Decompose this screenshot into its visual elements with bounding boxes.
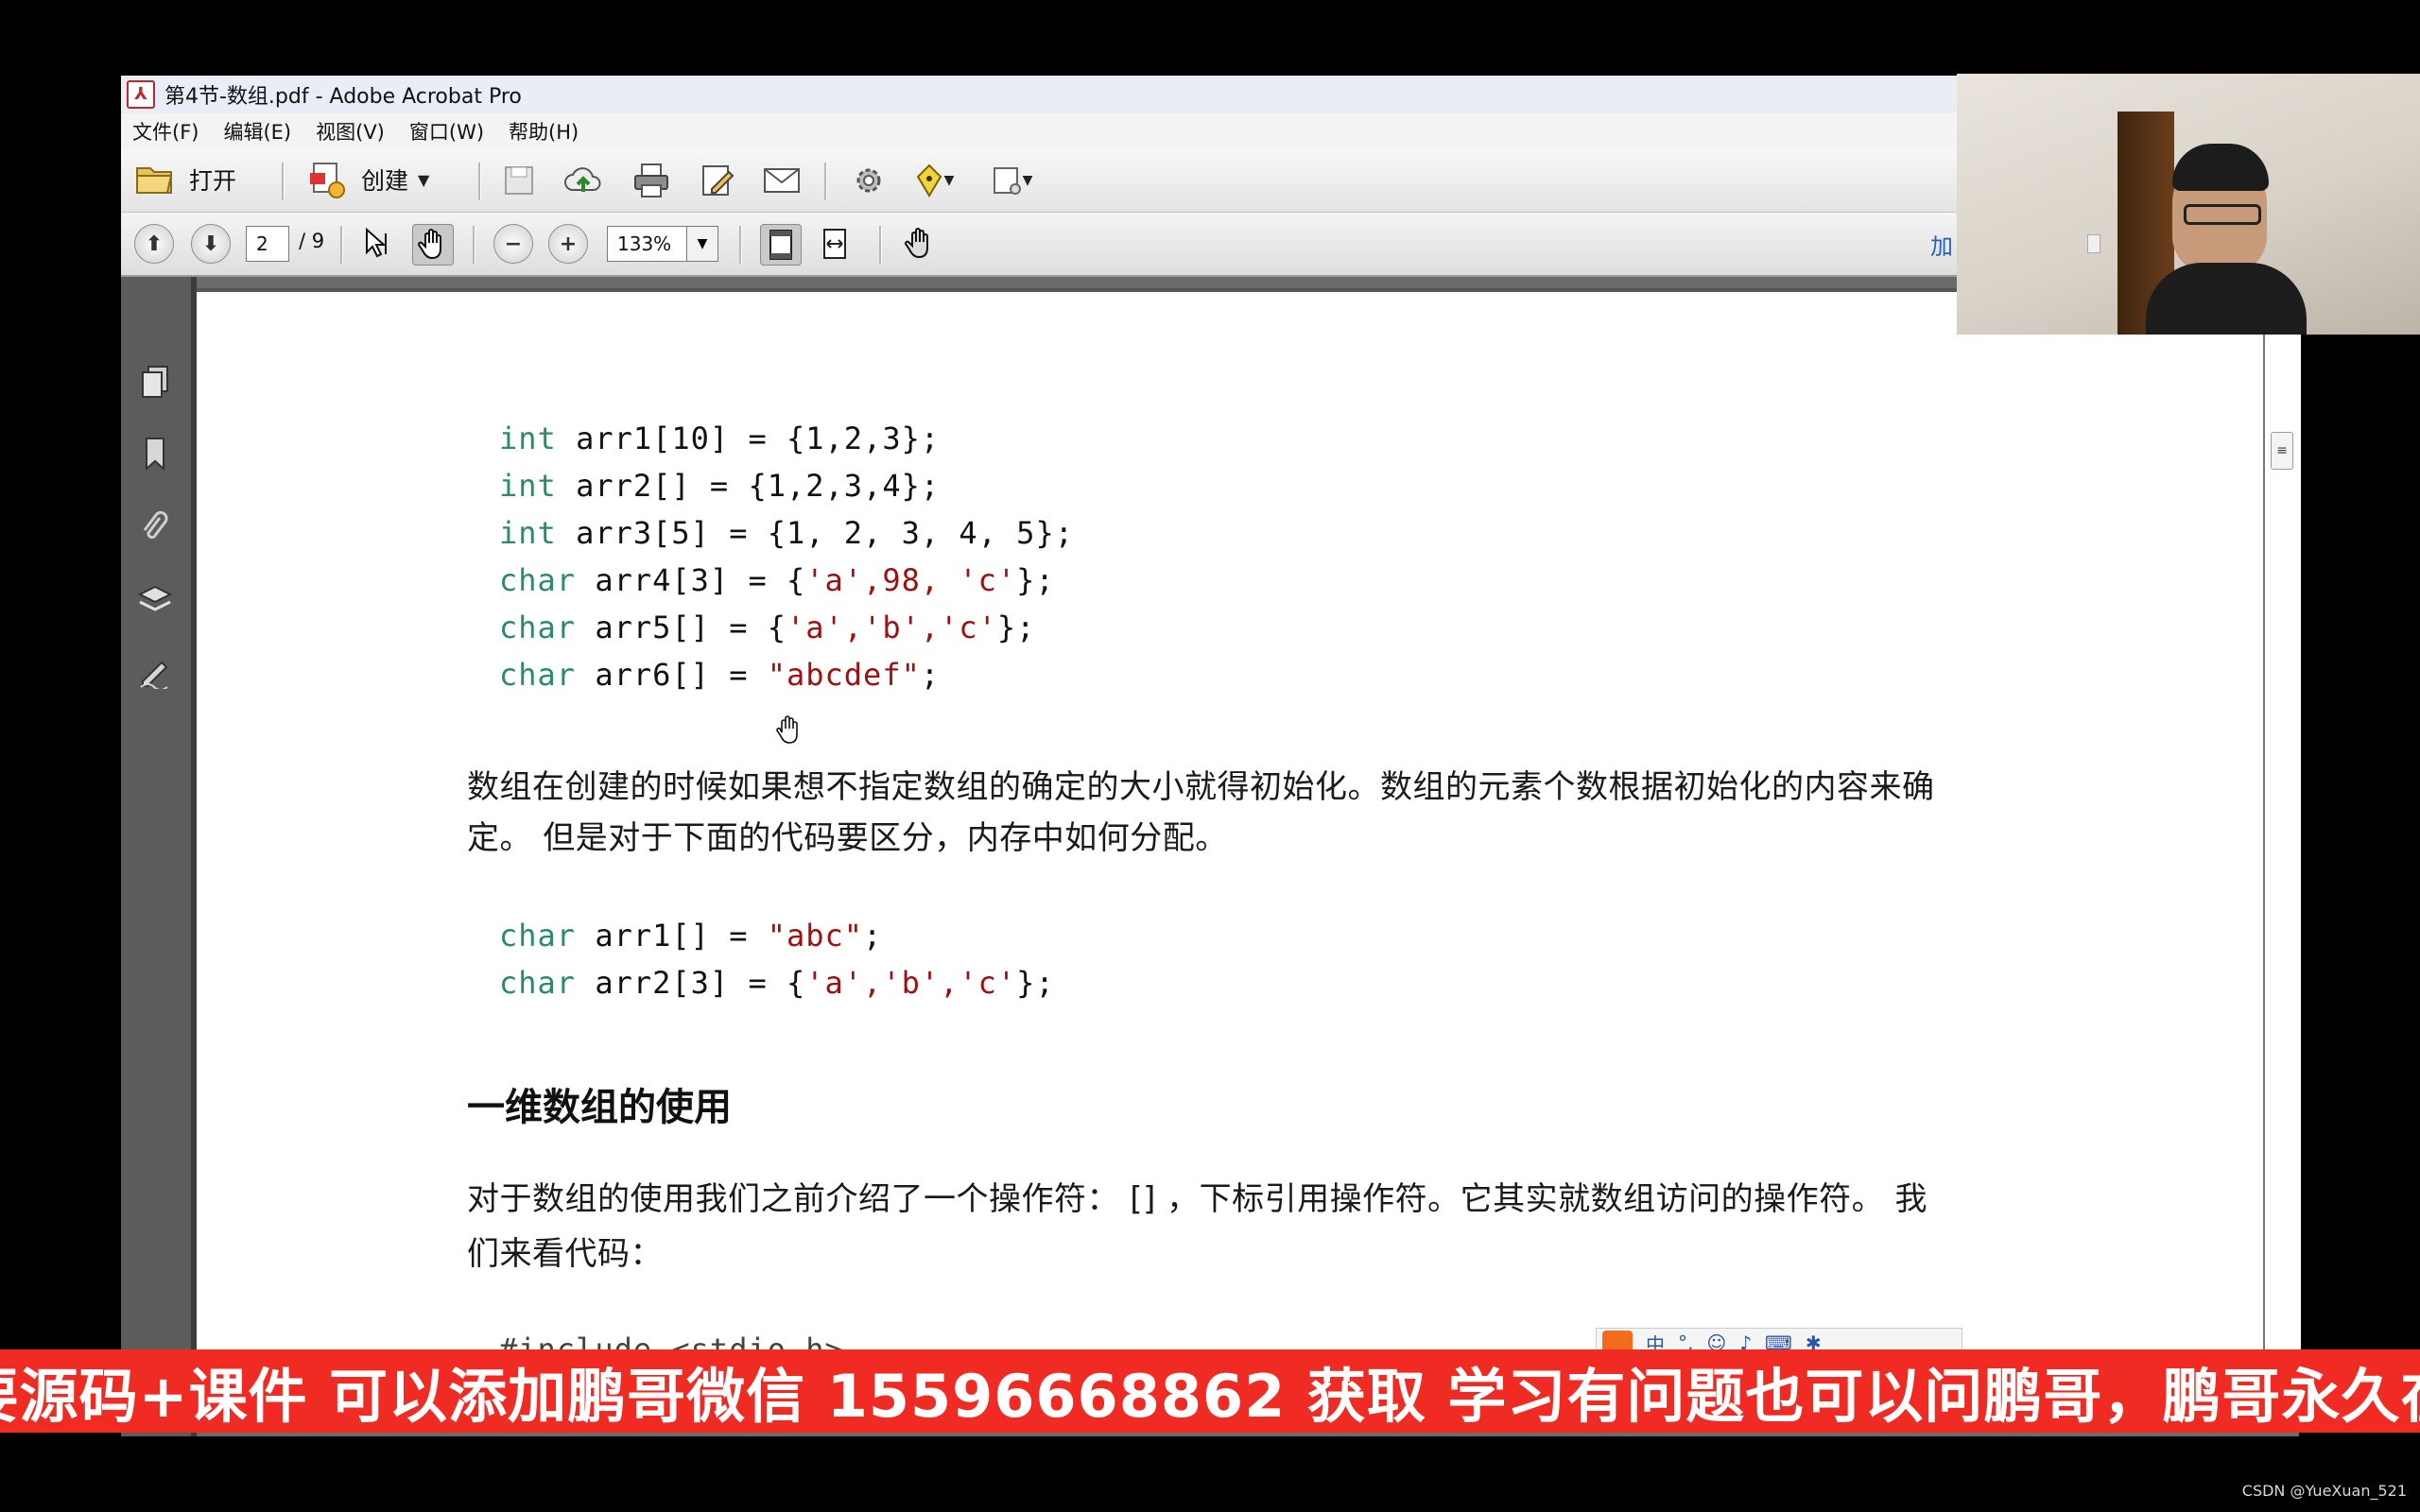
zoom-dropdown-button[interactable]: ▼ — [686, 226, 718, 262]
toolbar-separator — [340, 226, 343, 264]
toolbar-separator — [879, 226, 882, 264]
signature-pen-icon — [140, 661, 168, 689]
person-shirt — [2146, 263, 2307, 335]
page-number-input[interactable]: 2 — [246, 226, 289, 262]
create-pdf-icon — [310, 163, 345, 198]
dropdown-arrow-icon: ▼ — [1022, 173, 1033, 188]
next-page-button[interactable]: ⬇ — [191, 224, 231, 264]
hand-pointer-icon — [905, 228, 928, 259]
dropdown-arrow-icon: ▼ — [943, 173, 955, 188]
create-button[interactable]: 创建 ▼ — [306, 159, 429, 200]
folder-icon — [136, 167, 173, 194]
pdf-icon: ⅄ — [127, 80, 155, 109]
layers-icon — [137, 585, 173, 611]
more-tools-button[interactable]: ▼ — [981, 161, 1042, 200]
bookmarks-panel-button[interactable] — [134, 434, 176, 475]
zoom-out-button[interactable]: − — [493, 224, 533, 264]
fit-page-button[interactable] — [760, 224, 802, 266]
layers-panel-button[interactable] — [134, 579, 176, 621]
plus-icon: + — [559, 232, 578, 256]
toolbar-separator — [478, 163, 481, 200]
toolbar-separator — [739, 226, 742, 264]
csdn-credit: CSDN @YueXuan_521 — [2241, 1482, 2407, 1500]
vertical-scrollbar[interactable]: ≡ — [2263, 288, 2301, 1349]
webcam-overlay — [1957, 74, 2420, 335]
toolbar-right-link[interactable]: 加 — [1930, 228, 1953, 261]
menu-window[interactable]: 窗口(W) — [409, 117, 484, 146]
paperclip-icon — [143, 510, 168, 540]
code-line: char arr4[3] = {'a',98, 'c'}; — [499, 562, 1055, 598]
code-line: char arr5[] = {'a','b','c'}; — [499, 610, 1036, 645]
zoom-in-button[interactable]: + — [548, 224, 588, 264]
open-label: 打开 — [189, 167, 237, 195]
arrow-up-icon: ⬆ — [145, 232, 164, 256]
section-heading: 一维数组的使用 — [467, 1086, 732, 1129]
menu-help[interactable]: 帮助(H) — [509, 117, 579, 146]
attachments-panel-button[interactable] — [134, 507, 176, 549]
save-button[interactable] — [499, 161, 539, 200]
previous-page-button[interactable]: ⬆ — [134, 224, 174, 264]
settings-button[interactable] — [849, 161, 889, 200]
fit-page-icon — [769, 230, 792, 260]
person-hair — [2172, 144, 2269, 191]
gear-icon — [856, 168, 881, 193]
hand-tool-button[interactable] — [412, 224, 454, 266]
code-line: char arr2[3] = {'a','b','c'}; — [499, 965, 1055, 1001]
pages-panel-button[interactable] — [134, 362, 176, 404]
pen-sign-icon — [916, 163, 942, 198]
read-mode-button[interactable] — [900, 224, 940, 264]
page-tools-icon — [993, 167, 1021, 195]
pdf-page: int arr1[10] = {1,2,3}; int arr2[] = {1,… — [197, 288, 2263, 1367]
page-total: / 9 — [299, 230, 325, 252]
signatures-panel-button[interactable] — [134, 651, 176, 693]
envelope-icon — [764, 168, 800, 193]
bookmark-icon — [146, 438, 164, 472]
edit-document-icon — [702, 165, 735, 196]
code-line: char arr1[] = "abc"; — [499, 918, 883, 954]
navigation-panel — [121, 277, 197, 1436]
cloud-upload-icon — [564, 167, 601, 192]
paragraph-line: 定。 但是对于下面的代码要区分，内存中如何分配。 — [467, 819, 1228, 857]
pages-icon — [142, 366, 168, 398]
edit-button[interactable] — [698, 161, 737, 200]
paragraph-line: 们来看代码： — [467, 1235, 663, 1273]
save-icon — [505, 166, 533, 195]
arrow-down-icon: ⬇ — [201, 232, 220, 256]
minus-icon: − — [504, 232, 523, 256]
select-tool-button[interactable] — [357, 224, 397, 264]
paragraph-line: 数组在创建的时候如果想不指定数组的确定的大小就得初始化。数组的元素个数根据初始化… — [467, 768, 1935, 806]
menu-file[interactable]: 文件(F) — [132, 117, 199, 146]
create-label: 创建 — [361, 167, 409, 195]
hand-icon — [418, 229, 441, 260]
promo-banner-text: 需要源码+课件 可以添加鹏哥微信 15596668862 获取 学习有问题也可以… — [0, 1362, 2420, 1431]
toolbar-separator — [473, 226, 475, 264]
scrollbar-thumb[interactable]: ≡ — [2271, 432, 2293, 470]
code-line: char arr6[] = "abcdef"; — [499, 657, 941, 693]
dropdown-arrow-icon: ▼ — [418, 170, 430, 189]
printer-icon — [634, 163, 668, 198]
toolbar-separator — [824, 163, 827, 200]
print-button[interactable] — [631, 161, 671, 200]
code-line: int arr1[10] = {1,2,3}; — [499, 421, 941, 456]
cursor-text-select-icon — [366, 227, 387, 258]
paragraph-line: 对于数组的使用我们之前介绍了一个操作符： [] ，下标引用操作符。它其实就数组访… — [467, 1180, 1927, 1218]
code-line: int arr3[5] = {1, 2, 3, 4, 5}; — [499, 515, 1074, 551]
upload-button[interactable] — [563, 161, 603, 200]
menu-edit[interactable]: 编辑(E) — [223, 117, 291, 146]
fit-width-button[interactable] — [815, 224, 855, 264]
hand-cursor-icon — [775, 715, 804, 751]
promo-banner: 需要源码+课件 可以添加鹏哥微信 15596668862 获取 学习有问题也可以… — [0, 1349, 2420, 1433]
dropdown-arrow-icon: ▼ — [697, 236, 708, 251]
code-line: int arr2[] = {1,2,3,4}; — [499, 468, 941, 504]
open-button[interactable]: 打开 — [134, 159, 236, 200]
light-switch — [2087, 234, 2100, 253]
sign-button[interactable]: ▼ — [904, 161, 964, 200]
window-title: 第4节-数组.pdf - Adobe Acrobat Pro — [164, 85, 522, 109]
toolbar-separator — [282, 163, 285, 200]
email-button[interactable] — [762, 161, 802, 200]
fit-width-icon — [823, 229, 846, 259]
menu-view[interactable]: 视图(V) — [316, 117, 385, 146]
glasses — [2184, 204, 2261, 225]
